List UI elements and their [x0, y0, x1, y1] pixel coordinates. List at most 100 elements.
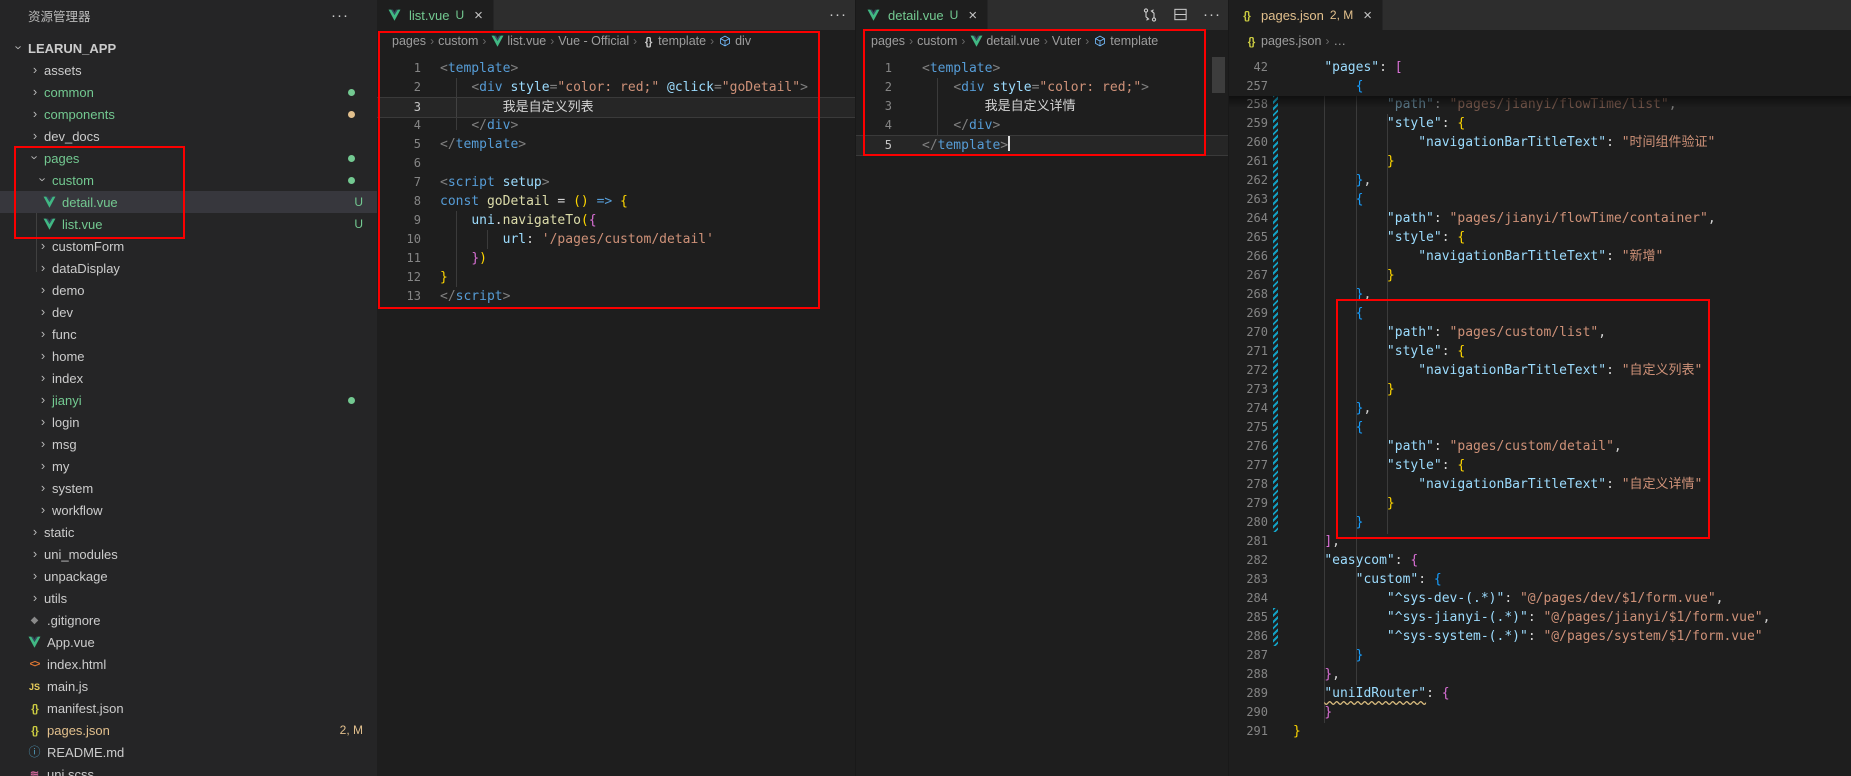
code-editor[interactable]: 1<template>2 <div style="color: red;" @c…: [377, 52, 855, 776]
line-number[interactable]: 263: [1229, 190, 1268, 209]
code-line-270[interactable]: 270 "path": "pages/custom/list",: [1229, 323, 1851, 342]
code-line-288[interactable]: 288 },: [1229, 665, 1851, 684]
code-line-265[interactable]: 265 "style": {: [1229, 228, 1851, 247]
line-number[interactable]: 3: [856, 97, 892, 116]
tree-item-uni_modules[interactable]: ›uni_modules: [0, 543, 377, 565]
breadcrumb-item[interactable]: pages: [871, 34, 905, 48]
tree-item-unpackage[interactable]: ›unpackage: [0, 565, 377, 587]
line-number[interactable]: 1: [856, 59, 892, 78]
line-number[interactable]: 288: [1229, 665, 1268, 684]
line-number[interactable]: 2: [856, 78, 892, 97]
line-number[interactable]: 280: [1229, 513, 1268, 532]
close-icon[interactable]: ×: [1363, 7, 1372, 24]
code-line-282[interactable]: 282 "easycom": {: [1229, 551, 1851, 570]
code-line-5[interactable]: 5</template>: [377, 135, 855, 154]
code-line-259[interactable]: 259 "style": {: [1229, 114, 1851, 133]
line-number[interactable]: 275: [1229, 418, 1268, 437]
code-line-8[interactable]: 8const goDetail = () => {: [377, 192, 855, 211]
line-number[interactable]: 268: [1229, 285, 1268, 304]
breadcrumb-item[interactable]: {}pages.json: [1244, 34, 1321, 48]
tree-item-jianyi[interactable]: ›jianyi: [0, 389, 377, 411]
tree-item-dataDisplay[interactable]: ›dataDisplay: [0, 257, 377, 279]
line-number[interactable]: 285: [1229, 608, 1268, 627]
line-number[interactable]: 287: [1229, 646, 1268, 665]
tree-item-index.html[interactable]: <>index.html: [0, 653, 377, 675]
line-number[interactable]: 284: [1229, 589, 1268, 608]
tree-item-assets[interactable]: ›assets: [0, 59, 377, 81]
tree-item-home[interactable]: ›home: [0, 345, 377, 367]
code-line-289[interactable]: 289 "uniIdRouter": {: [1229, 684, 1851, 703]
breadcrumb-item[interactable]: div: [718, 34, 751, 48]
code-line-2[interactable]: 2 <div style="color: red;" @click="goDet…: [377, 78, 855, 97]
line-number[interactable]: 277: [1229, 456, 1268, 475]
more-actions-icon[interactable]: ···: [829, 10, 847, 20]
code-editor[interactable]: 258 "path": "pages/jianyi/flowTime/list"…: [1229, 52, 1851, 776]
tree-item-my[interactable]: ›my: [0, 455, 377, 477]
line-number[interactable]: 274: [1229, 399, 1268, 418]
code-line-274[interactable]: 274 },: [1229, 399, 1851, 418]
code-line-13[interactable]: 13</script>: [377, 287, 855, 306]
line-number[interactable]: 2: [377, 78, 421, 97]
tree-item-components[interactable]: ›components: [0, 103, 377, 125]
breadcrumb-item[interactable]: Vuter: [1052, 34, 1081, 48]
code-line-271[interactable]: 271 "style": {: [1229, 342, 1851, 361]
tree-item-dev[interactable]: ›dev: [0, 301, 377, 323]
line-number[interactable]: 286: [1229, 627, 1268, 646]
close-icon[interactable]: ×: [474, 7, 483, 24]
code-line-260[interactable]: 260 "navigationBarTitleText": "时间组件验证": [1229, 133, 1851, 152]
tree-item-pages.json[interactable]: {}pages.json2, M: [0, 719, 377, 741]
line-number[interactable]: 278: [1229, 475, 1268, 494]
code-line-6[interactable]: 6: [377, 154, 855, 173]
line-number[interactable]: 272: [1229, 361, 1268, 380]
code-line-272[interactable]: 272 "navigationBarTitleText": "自定义列表": [1229, 361, 1851, 380]
line-number[interactable]: 266: [1229, 247, 1268, 266]
code-line-283[interactable]: 283 "custom": {: [1229, 570, 1851, 589]
code-line-266[interactable]: 266 "navigationBarTitleText": "新增": [1229, 247, 1851, 266]
tree-item-README.md[interactable]: ⓘREADME.md: [0, 741, 377, 763]
line-number[interactable]: 281: [1229, 532, 1268, 551]
line-number[interactable]: 283: [1229, 570, 1268, 589]
code-line-12[interactable]: 12}: [377, 268, 855, 287]
tree-item-detail.vue[interactable]: detail.vueU: [0, 191, 377, 213]
code-line-4[interactable]: 4 </div>: [377, 116, 855, 135]
tree-item-demo[interactable]: ›demo: [0, 279, 377, 301]
tree-item-LEARUN_APP[interactable]: ›LEARUN_APP: [0, 37, 377, 59]
code-line-268[interactable]: 268 },: [1229, 285, 1851, 304]
code-line-285[interactable]: 285 "^sys-jianyi-(.*)": "@/pages/jianyi/…: [1229, 608, 1851, 627]
line-number[interactable]: 9: [377, 211, 421, 230]
breadcrumb-item[interactable]: …: [1333, 34, 1346, 48]
breadcrumb-item[interactable]: pages: [392, 34, 426, 48]
breadcrumb-item[interactable]: detail.vue: [969, 34, 1040, 48]
code-line-1[interactable]: 1<template>: [377, 59, 855, 78]
tree-item-index[interactable]: ›index: [0, 367, 377, 389]
line-number[interactable]: 270: [1229, 323, 1268, 342]
tree-item-list.vue[interactable]: list.vueU: [0, 213, 377, 235]
tree-item-pages[interactable]: ›pages: [0, 147, 377, 169]
tree-item-manifest.json[interactable]: {}manifest.json: [0, 697, 377, 719]
explorer-more-actions-icon[interactable]: ···: [331, 0, 349, 34]
code-line-290[interactable]: 290 }: [1229, 703, 1851, 722]
code-line-281[interactable]: 281 ],: [1229, 532, 1851, 551]
sticky-line-42[interactable]: 42 "pages": [: [1229, 58, 1851, 77]
line-number[interactable]: 265: [1229, 228, 1268, 247]
code-line-3[interactable]: 3 我是自定义列表: [377, 97, 855, 118]
breadcrumb-item[interactable]: list.vue: [490, 34, 546, 48]
code-line-286[interactable]: 286 "^sys-system-(.*)": "@/pages/system/…: [1229, 627, 1851, 646]
more-actions-icon[interactable]: ···: [1203, 10, 1221, 20]
code-line-7[interactable]: 7<script setup>: [377, 173, 855, 192]
code-line-291[interactable]: 291}: [1229, 722, 1851, 741]
code-line-287[interactable]: 287 }: [1229, 646, 1851, 665]
tree-item-common[interactable]: ›common: [0, 81, 377, 103]
split-editor-icon[interactable]: [1173, 7, 1188, 23]
close-icon[interactable]: ×: [968, 7, 977, 24]
code-line-3[interactable]: 3 我是自定义详情: [856, 97, 1229, 116]
code-line-273[interactable]: 273 }: [1229, 380, 1851, 399]
tree-item-static[interactable]: ›static: [0, 521, 377, 543]
breadcrumb-item[interactable]: Vue - Official: [558, 34, 629, 48]
tree-item-utils[interactable]: ›utils: [0, 587, 377, 609]
code-editor[interactable]: 1<template>2 <div style="color: red;">3 …: [856, 52, 1229, 776]
line-number[interactable]: 10: [377, 230, 421, 249]
code-line-269[interactable]: 269 {: [1229, 304, 1851, 323]
tab-pages.json[interactable]: {}pages.json2, M×: [1229, 0, 1383, 30]
code-line-10[interactable]: 10 url: '/pages/custom/detail': [377, 230, 855, 249]
